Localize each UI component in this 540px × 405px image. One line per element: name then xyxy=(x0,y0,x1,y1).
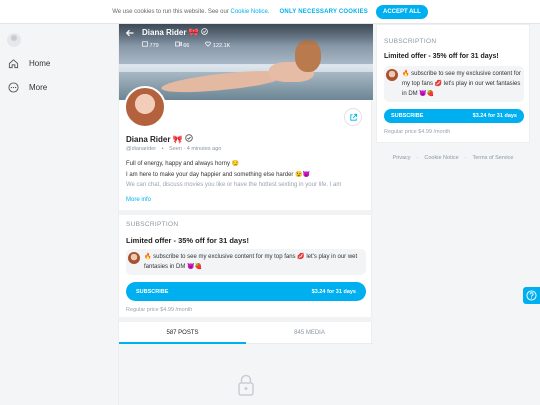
image-icon xyxy=(142,41,148,47)
footer-links: Privacy · Cookie Notice · Terms of Servi… xyxy=(392,155,514,161)
share-icon xyxy=(349,113,357,121)
terms-link[interactable]: Terms of Service xyxy=(473,155,514,161)
divider xyxy=(119,210,373,215)
offer-title: Limited offer - 35% off for 31 days! xyxy=(126,236,249,245)
cookie-notice-link[interactable]: Cookie Notice xyxy=(231,9,268,15)
accept-all-button[interactable]: ACCEPT ALL xyxy=(375,4,428,19)
cookie-notice-footer-link[interactable]: Cookie Notice xyxy=(424,155,458,161)
regular-price: Regular price $4.99 /month xyxy=(384,129,451,135)
offer-message: 🔥 subscribe to see my exclusive content … xyxy=(126,249,366,275)
message-avatar xyxy=(386,69,398,81)
subscription-label: SUBSCRIPTION xyxy=(126,221,179,228)
subscription-card: SUBSCRIPTION Limited offer - 35% off for… xyxy=(376,24,530,143)
photos-count: 779 xyxy=(142,41,167,49)
verified-icon xyxy=(185,134,193,142)
content-tabs: 587 POSTS 845 MEDIA xyxy=(119,322,373,344)
subscription-label: SUBSCRIPTION xyxy=(384,38,437,45)
lock-icon xyxy=(237,374,255,396)
subscribe-button[interactable]: SUBSCRIBE $3.24 for 31 days xyxy=(384,109,524,123)
nav-label-more: More xyxy=(29,83,48,92)
offer-message: 🔥 subscribe to see my exclusive content … xyxy=(384,66,524,102)
user-avatar[interactable] xyxy=(7,33,21,47)
cover-photo: Diana Rider 🎀 779 66 122.1K xyxy=(119,24,373,100)
video-icon xyxy=(174,41,182,47)
profile-column: Diana Rider 🎀 779 66 122.1K Diana Rider … xyxy=(118,24,373,405)
share-button[interactable] xyxy=(344,108,362,126)
nav-label-home: Home xyxy=(29,59,51,68)
more-icon xyxy=(8,82,19,93)
profile-meta: @dianarider • Seen · 4 minutes ago xyxy=(126,146,222,152)
privacy-link[interactable]: Privacy xyxy=(393,155,411,161)
tab-posts[interactable]: 587 POSTS xyxy=(119,322,246,344)
verified-icon xyxy=(201,28,208,35)
subscribe-button[interactable]: SUBSCRIBE $3.24 for 31 days xyxy=(126,282,366,301)
cookie-banner: We use cookies to run this website. See … xyxy=(0,0,540,24)
cover-header: Diana Rider 🎀 779 66 122.1K xyxy=(125,28,246,49)
back-arrow-icon[interactable] xyxy=(125,28,135,42)
tab-media[interactable]: 845 MEDIA xyxy=(246,322,373,343)
offer-title: Limited offer - 35% off for 31 days! xyxy=(384,53,499,60)
help-icon xyxy=(526,290,537,301)
cover-name: Diana Rider 🎀 xyxy=(142,28,246,38)
nav-item-more[interactable]: More xyxy=(8,82,47,93)
profile-bio: Full of energy, happy and always horny 😏… xyxy=(126,161,342,188)
left-sidebar: Home More xyxy=(0,24,118,405)
regular-price: Regular price $4.99 /month xyxy=(126,307,193,313)
more-info-link[interactable]: More info xyxy=(126,197,151,203)
nav-item-home[interactable]: Home xyxy=(8,58,50,69)
likes-count: 122.1K xyxy=(205,41,238,49)
help-button[interactable] xyxy=(523,287,540,304)
profile-handle: @dianarider xyxy=(126,146,157,152)
message-avatar xyxy=(128,252,140,264)
home-icon xyxy=(8,58,19,69)
last-seen: Seen · 4 minutes ago xyxy=(169,146,222,152)
profile-name: Diana Rider 🎀 xyxy=(126,134,193,144)
profile-avatar[interactable] xyxy=(124,86,166,128)
cookie-text: We use cookies to run this website. See … xyxy=(112,8,270,15)
only-necessary-cookies-button[interactable]: ONLY NECESSARY COOKIES xyxy=(280,9,368,15)
locked-feed xyxy=(119,344,373,405)
videos-count: 66 xyxy=(174,41,198,49)
heart-icon xyxy=(205,41,212,47)
profile-stats: 779 66 122.1K xyxy=(142,41,246,49)
